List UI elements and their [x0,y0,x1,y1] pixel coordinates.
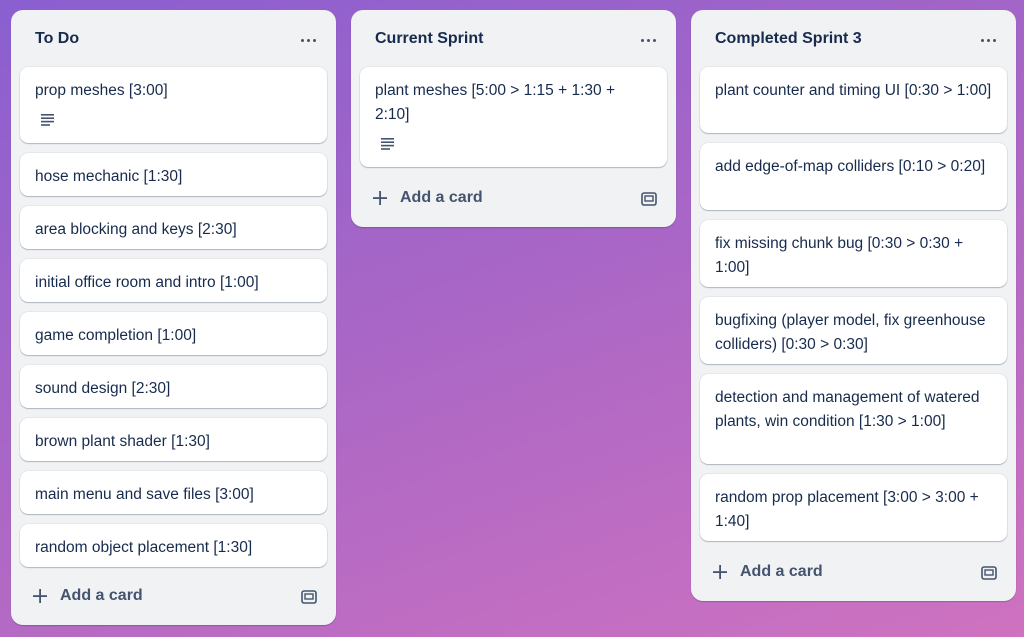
card[interactable]: detection and management of watered plan… [700,374,1007,464]
card-title: main menu and save files [3:00] [35,486,254,503]
add-card-button[interactable]: Add a card [701,556,966,590]
card[interactable]: fix missing chunk bug [0:30 > 0:30 + 1:0… [700,220,1007,287]
card[interactable]: random prop placement [3:00 > 3:00 + 1:4… [700,474,1007,541]
list-completed-sprint-3: Completed Sprint 3 plant counter and tim… [691,10,1016,601]
list-menu-button[interactable] [634,30,662,50]
list-title[interactable]: Current Sprint [375,30,483,48]
more-horizontal-icon [300,38,316,42]
plus-icon [33,589,47,603]
card[interactable]: brown plant shader [1:30] [20,418,327,461]
card[interactable]: add edge-of-map colliders [0:10 > 0:20] [700,143,1007,210]
list-title[interactable]: Completed Sprint 3 [715,30,862,48]
card-title: bugfixing (player model, fix greenhouse … [715,312,986,353]
list-menu-button[interactable] [294,30,322,50]
card[interactable]: area blocking and keys [2:30] [20,206,327,249]
list-header: Current Sprint [351,10,676,68]
card[interactable]: main menu and save files [3:00] [20,471,327,514]
card[interactable]: plant meshes [5:00 > 1:15 + 1:30 + 2:10] [360,67,667,167]
card-template-icon [981,566,997,580]
card-template-icon [301,590,317,604]
list-current-sprint: Current Sprint plant meshes [5:00 > 1:15… [351,10,676,227]
list-todo: To Do prop meshes [3:00] hose mechanic [… [11,10,336,625]
card[interactable]: plant counter and timing UI [0:30 > 1:00… [700,67,1007,133]
card[interactable]: prop meshes [3:00] [20,67,327,143]
list-header: To Do [11,10,336,68]
card-title: fix missing chunk bug [0:30 > 0:30 + 1:0… [715,235,964,276]
add-card-label: Add a card [400,189,483,206]
card-title: initial office room and intro [1:00] [35,274,259,291]
list-title[interactable]: To Do [35,30,79,48]
card-title: prop meshes [3:00] [35,82,168,99]
more-horizontal-icon [980,38,996,42]
add-card-label: Add a card [740,563,823,580]
card-title: game completion [1:00] [35,327,197,344]
plus-icon [713,565,727,579]
card[interactable]: sound design [2:30] [20,365,327,408]
card-title: brown plant shader [1:30] [35,433,210,450]
card-title: plant meshes [5:00 > 1:15 + 1:30 + 2:10] [375,82,615,123]
list-header: Completed Sprint 3 [691,10,1016,68]
card-title: detection and management of watered plan… [715,389,980,430]
add-card-label: Add a card [60,587,143,604]
add-card-button[interactable]: Add a card [361,182,626,216]
card-title: random object placement [1:30] [35,539,253,556]
card-title: area blocking and keys [2:30] [35,221,237,238]
card-title: plant counter and timing UI [0:30 > 1:00… [715,82,992,99]
card-title: add edge-of-map colliders [0:10 > 0:20] [715,158,986,175]
plus-icon [373,191,387,205]
card-template-button[interactable] [294,582,324,612]
list-menu-button[interactable] [974,30,1002,50]
more-horizontal-icon [640,38,656,42]
card-title: random prop placement [3:00 > 3:00 + 1:4… [715,489,979,530]
card-template-button[interactable] [974,558,1004,588]
card[interactable]: hose mechanic [1:30] [20,153,327,196]
description-icon [41,114,54,126]
card[interactable]: initial office room and intro [1:00] [20,259,327,302]
card[interactable]: bugfixing (player model, fix greenhouse … [700,297,1007,364]
add-card-button[interactable]: Add a card [21,580,286,614]
card-title: sound design [2:30] [35,380,171,397]
card[interactable]: random object placement [1:30] [20,524,327,567]
card-title: hose mechanic [1:30] [35,168,183,185]
card-template-button[interactable] [634,184,664,214]
card[interactable]: game completion [1:00] [20,312,327,355]
card-template-icon [641,192,657,206]
description-icon [381,138,394,150]
